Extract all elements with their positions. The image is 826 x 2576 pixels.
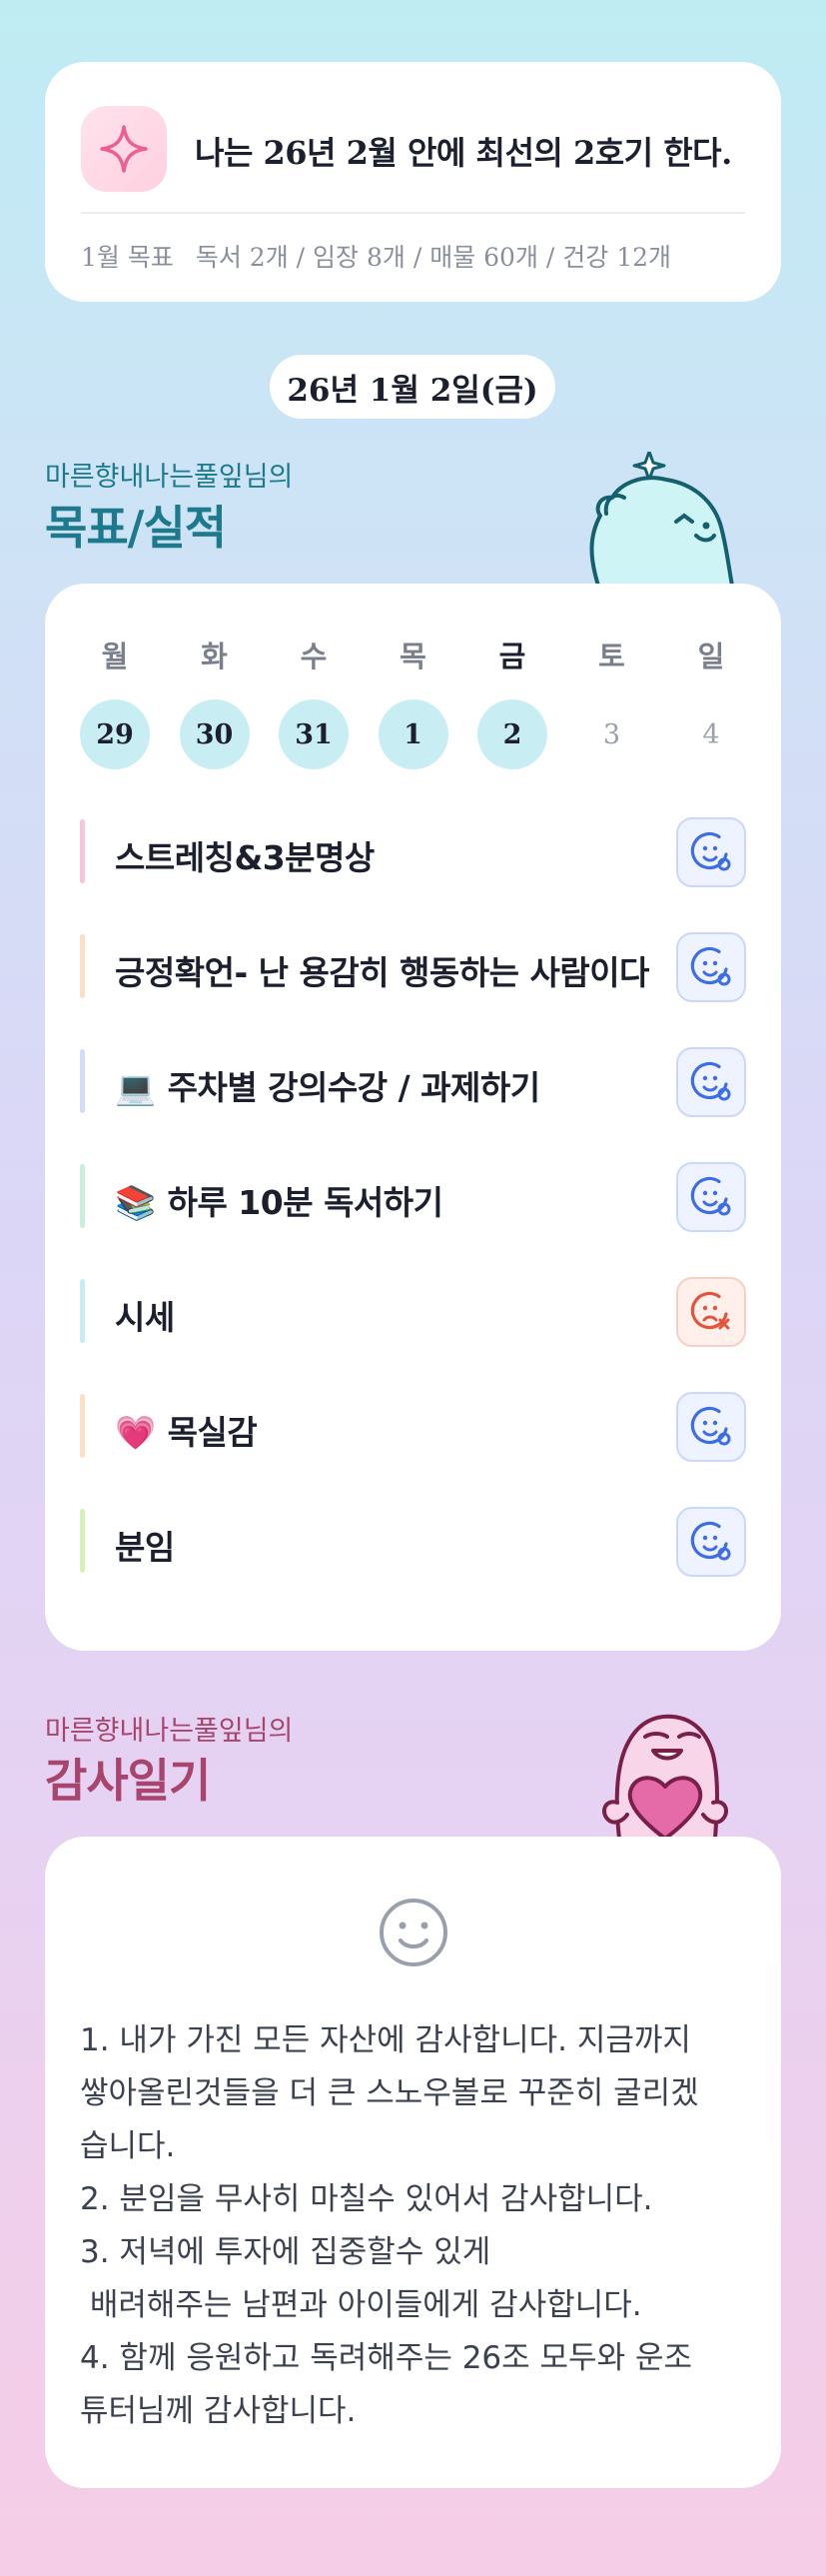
mascot-heart-icon: [601, 1714, 729, 1839]
gratitude-entry-text: 1. 내가 가진 모든 자산에 감사합니다. 지금까지 쌓아올린것들을 더 큰 …: [80, 2014, 746, 2438]
day-cell[interactable]: 29: [80, 699, 150, 769]
gratitude-line: 튜터님께 감사합니다.: [80, 2393, 357, 2429]
gratitude-line: 쌓아올린것들을 더 큰 스노우볼로 꾸준히 굴리겠: [80, 2075, 699, 2111]
goal-label: 스트레칭&3분명상: [115, 831, 375, 879]
month-goal-label: 1월 목표: [81, 243, 174, 272]
goal-status-missed-button[interactable]: [676, 1277, 746, 1347]
goal-color-bar: [80, 819, 85, 883]
goal-color-bar: [80, 1049, 85, 1113]
goals-section-title: 목표/실적: [45, 501, 227, 555]
goal-label: 시세: [115, 1291, 175, 1339]
weekday-label: 토: [598, 640, 625, 673]
goal-status-done-button[interactable]: [676, 817, 746, 887]
books-icon: 📚: [115, 1183, 156, 1222]
goals-checklist-card: 월 화 수 목 금 토 일 29 30 31 1 2 3 4 스트레칭&3분명상…: [45, 584, 781, 1651]
gratitude-line: 3. 저녁에 투자에 집중할수 있게: [80, 2234, 491, 2270]
thanks-section-title: 감사일기: [45, 1754, 211, 1808]
goal-label: 💗 목실감: [115, 1406, 258, 1454]
goal-label: 분임: [115, 1521, 175, 1569]
smiley-face-icon: [380, 1899, 447, 1966]
divider: [81, 212, 745, 214]
goal-status-done-button[interactable]: [676, 1507, 746, 1577]
heart-icon: 💗: [115, 1413, 156, 1452]
weekday-label: 화: [201, 640, 228, 673]
goal-item[interactable]: 💗 목실감: [80, 1388, 746, 1464]
goal-text: 주차별 강의수강 / 과제하기: [167, 1068, 540, 1107]
weekday-header: 월 화 수 목 금 토 일: [80, 634, 746, 675]
goal-status-done-button[interactable]: [676, 1162, 746, 1232]
goal-item[interactable]: 시세: [80, 1273, 746, 1349]
goal-color-bar: [80, 934, 85, 998]
day-cell[interactable]: 3: [577, 699, 647, 769]
goal-label: 💻 주차별 강의수강 / 과제하기: [115, 1061, 540, 1109]
goal-text: 시세: [115, 1298, 175, 1337]
goal-statement: 나는 26년 2월 안에 최선의 2호기 한다.: [195, 134, 732, 172]
monthly-goal-card[interactable]: 나는 26년 2월 안에 최선의 2호기 한다. 1월 목표 독서 2개 / 임장…: [45, 62, 781, 302]
day-cell[interactable]: 30: [179, 699, 250, 769]
smile-check-icon: [690, 831, 731, 871]
smile-check-icon: [690, 946, 731, 986]
weekday-label: 월: [101, 640, 129, 673]
smile-check-icon: [690, 1061, 731, 1101]
goal-item[interactable]: 분임: [80, 1503, 746, 1579]
goal-text: 분임: [115, 1528, 175, 1567]
gratitude-diary-card: 1. 내가 가진 모든 자산에 감사합니다. 지금까지 쌓아올린것들을 더 큰 …: [45, 1837, 781, 2488]
gratitude-line: 2. 분임을 무사히 마칠수 있어서 감사합니다.: [80, 2181, 653, 2217]
weekday-label-active: 금: [498, 640, 526, 673]
smile-check-icon: [690, 1521, 731, 1561]
goal-color-bar: [80, 1164, 85, 1228]
week-date-selector: 29 30 31 1 2 3 4: [80, 699, 746, 769]
day-cell[interactable]: 1: [378, 699, 448, 769]
goal-color-bar: [80, 1509, 85, 1573]
goal-label: 📚 하루 10분 독서하기: [115, 1176, 443, 1224]
gratitude-line: 배려해주는 남편과 아이들에게 감사합니다.: [80, 2287, 642, 2323]
goal-text: 목실감: [167, 1413, 258, 1452]
goal-text: 긍정확언- 난 용감히 행동하는 사람이다: [115, 953, 649, 992]
gratitude-line: 1. 내가 가진 모든 자산에 감사합니다. 지금까지: [80, 2022, 691, 2058]
weekday-label: 수: [300, 640, 328, 673]
goal-item[interactable]: 💻 주차별 강의수강 / 과제하기: [80, 1043, 746, 1119]
mascot-cheering-icon: [589, 452, 734, 586]
goal-color-bar: [80, 1279, 85, 1343]
goal-color-bar: [80, 1394, 85, 1458]
selected-date[interactable]: 26년 1월 2일(금): [270, 355, 555, 419]
goal-item[interactable]: 스트레칭&3분명상: [80, 813, 746, 889]
sad-x-icon: [690, 1291, 730, 1330]
sparkle-icon: [81, 106, 167, 192]
month-goal-items: 독서 2개 / 임장 8개 / 매물 60개 / 건강 12개: [195, 243, 672, 272]
goals-section-subtitle: 마른향내나는풀잎님의: [45, 462, 294, 493]
goal-label: 긍정확언- 난 용감히 행동하는 사람이다: [115, 946, 649, 994]
day-cell-selected[interactable]: 2: [477, 699, 547, 769]
goal-status-done-button[interactable]: [676, 1392, 746, 1462]
gratitude-line: 4. 함께 응원하고 독려해주는 26조 모두와 운조: [80, 2340, 692, 2376]
thanks-section-subtitle: 마른향내나는풀잎님의: [45, 1716, 294, 1747]
gratitude-line: 습니다.: [80, 2128, 176, 2164]
goal-text: 하루 10분 독서하기: [167, 1183, 443, 1222]
goal-text: 스트레칭&3분명상: [115, 838, 375, 877]
goal-status-done-button[interactable]: [676, 1047, 746, 1117]
smile-check-icon: [690, 1176, 731, 1216]
weekday-label: 일: [697, 640, 725, 673]
goal-item[interactable]: 📚 하루 10분 독서하기: [80, 1158, 746, 1234]
laptop-icon: 💻: [115, 1068, 156, 1107]
monthly-goal-summary: 1월 목표 독서 2개 / 임장 8개 / 매물 60개 / 건강 12개: [81, 238, 671, 274]
smile-check-icon: [690, 1406, 731, 1446]
goal-status-done-button[interactable]: [676, 932, 746, 1002]
day-cell[interactable]: 31: [279, 699, 349, 769]
day-cell[interactable]: 4: [676, 699, 746, 769]
weekday-label: 목: [400, 640, 426, 673]
goal-item[interactable]: 긍정확언- 난 용감히 행동하는 사람이다: [80, 928, 746, 1004]
